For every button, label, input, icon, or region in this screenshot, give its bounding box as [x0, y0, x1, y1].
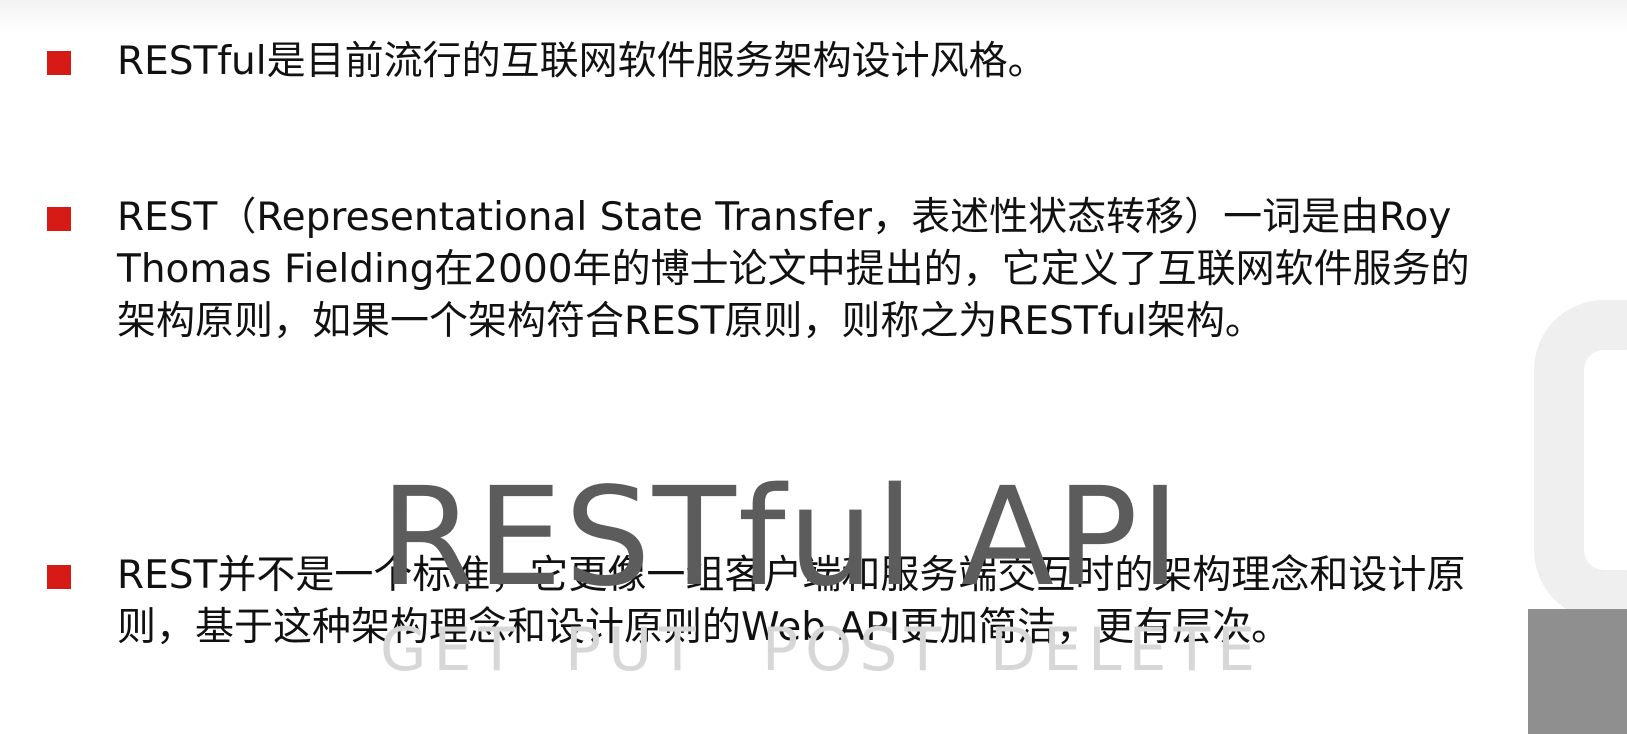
bullet-item-restful-definition: RESTful是目前流行的互联网软件服务架构设计风格。	[0, 18, 1627, 84]
bullet-text: RESTful是目前流行的互联网软件服务架构设计风格。	[117, 39, 1047, 84]
http-method-get: GET	[380, 615, 523, 685]
decorative-arc-shape	[1534, 300, 1627, 620]
red-square-bullet-icon	[47, 565, 71, 589]
restful-api-graphic: RESTful API GET PUT POST DELETE	[380, 470, 1260, 710]
red-square-bullet-icon	[47, 207, 71, 231]
bullet-item-rest-principles: REST并不是一个标准，它更像一组客户端和服务端交互时的架构理念和设计原 则，基…	[0, 275, 1627, 650]
http-method-post: POST	[762, 615, 949, 685]
red-square-bullet-icon	[47, 51, 71, 75]
http-method-list: GET PUT POST DELETE	[380, 615, 1260, 685]
bullet-list: RESTful是目前流行的互联网软件服务架构设计风格。 REST（Represe…	[0, 0, 1627, 650]
http-method-delete: DELETE	[990, 615, 1263, 685]
restful-api-title: RESTful API	[380, 459, 1183, 617]
presentation-slide: RESTful是目前流行的互联网软件服务架构设计风格。 REST（Represe…	[0, 0, 1627, 734]
http-method-put: PUT	[565, 615, 703, 685]
decorative-gray-block	[1528, 609, 1627, 734]
bullet-item-rest-origin: REST（Representational State Transfer，表述性…	[0, 96, 1627, 344]
